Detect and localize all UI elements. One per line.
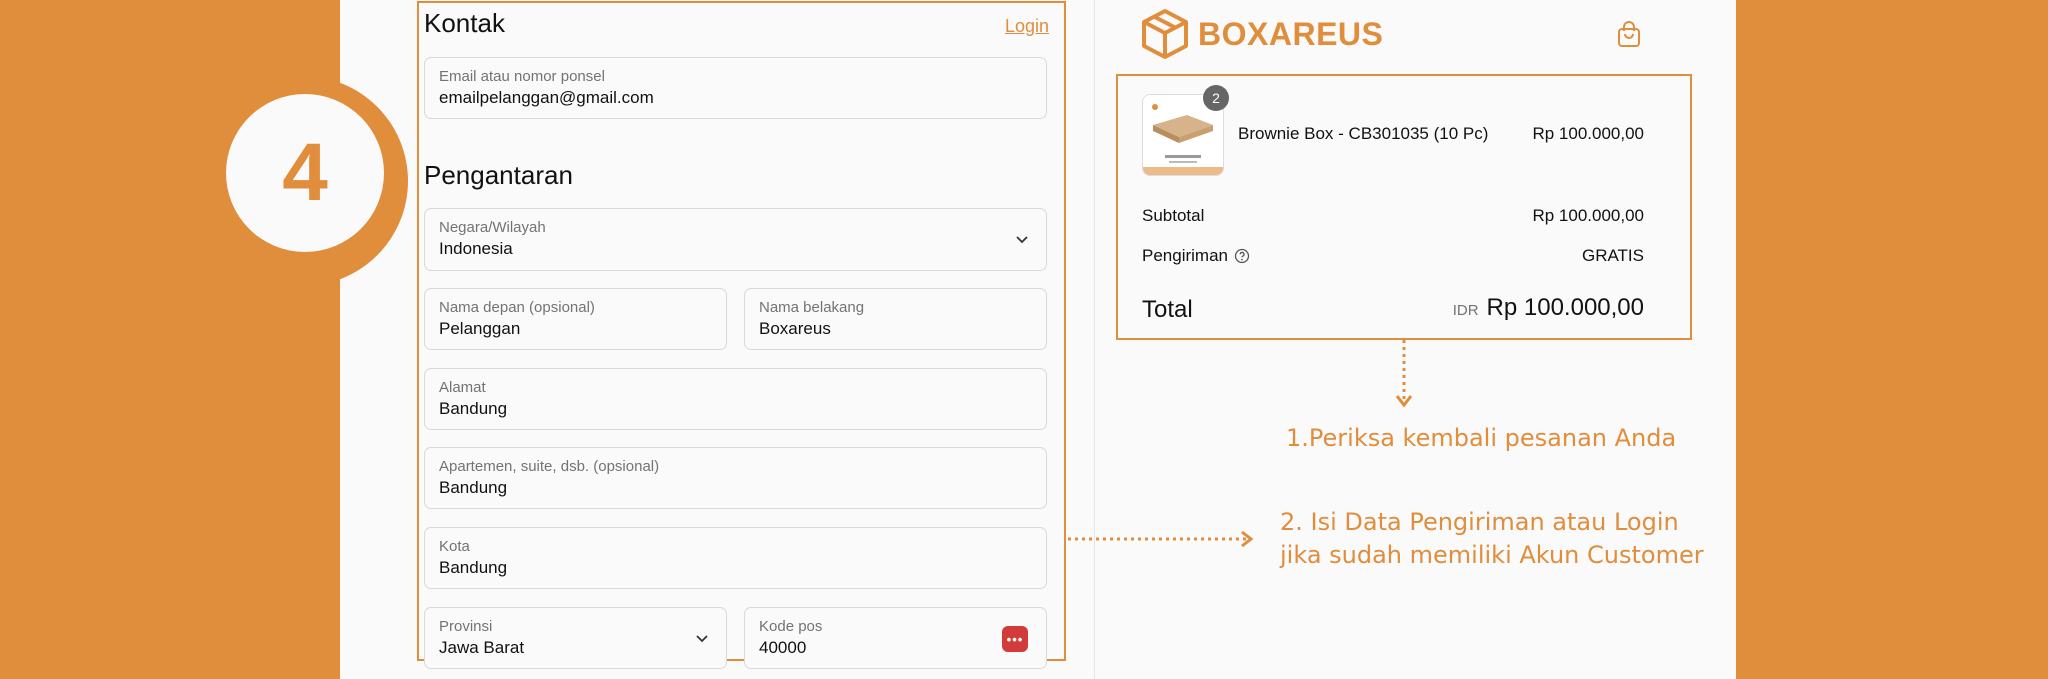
- postal-code-value: 40000: [759, 638, 807, 657]
- country-value: Indonesia: [439, 239, 513, 258]
- last-name-label: Nama belakang: [759, 299, 865, 316]
- shipping-cost-value: GRATIS: [1581, 246, 1644, 265]
- subtotal-value: Rp 100.000,00: [1532, 206, 1644, 225]
- province-label: Provinsi: [439, 618, 493, 635]
- step-number: 4: [226, 94, 384, 252]
- password-manager-icon[interactable]: •••: [1002, 626, 1028, 652]
- chevron-down-icon: [696, 635, 708, 643]
- province-value: Jawa Barat: [439, 638, 525, 657]
- product-price: Rp 100.000,00: [1532, 124, 1644, 143]
- chevron-down-icon: [1016, 236, 1028, 244]
- brand-logo[interactable]: BOXAREUS: [1140, 8, 1383, 60]
- address-value: Bandung: [439, 399, 508, 418]
- last-name-field[interactable]: Nama belakang Boxareus: [744, 288, 1047, 350]
- help-circle-icon[interactable]: [1234, 248, 1250, 264]
- last-name-value: Boxareus: [759, 319, 831, 338]
- first-name-field[interactable]: Nama depan (opsional) Pelanggan: [424, 288, 727, 350]
- annotation-step-2-line-2: jika sudah memiliki Akun Customer: [1280, 541, 1704, 569]
- total-label: Total: [1142, 296, 1193, 323]
- address-label: Alamat: [439, 379, 486, 396]
- total-currency: IDR: [1452, 302, 1479, 319]
- column-divider: [1094, 0, 1095, 679]
- address-field[interactable]: Alamat Bandung: [424, 368, 1047, 430]
- box-logo-icon: [1142, 9, 1188, 59]
- postal-code-label: Kode pos: [759, 618, 823, 635]
- product-name: Brownie Box - CB301035 (10 Pc): [1238, 124, 1489, 143]
- total-amount: IDR Rp 100.000,00: [1453, 294, 1644, 322]
- email-label: Email atau nomor ponsel: [439, 68, 605, 85]
- annotation-step-1: 1.Periksa kembali pesanan Anda: [1286, 424, 1677, 452]
- province-select[interactable]: Provinsi Jawa Barat: [424, 607, 727, 669]
- shipping-cost-label-group: Pengiriman: [1142, 246, 1250, 266]
- country-label: Negara/Wilayah: [439, 219, 546, 236]
- quantity-badge: 2: [1203, 85, 1229, 111]
- shopping-bag-icon[interactable]: [1616, 20, 1642, 48]
- contact-heading: Kontak: [424, 8, 505, 38]
- shipping-heading: Pengantaran: [424, 160, 573, 190]
- city-label: Kota: [439, 538, 470, 555]
- apartment-value: Bandung: [439, 478, 508, 497]
- arrow-right-icon: [1068, 530, 1254, 548]
- postal-code-field[interactable]: Kode pos 40000 •••: [744, 607, 1047, 669]
- shipping-cost-label: Pengiriman: [1142, 246, 1228, 265]
- city-field[interactable]: Kota Bandung: [424, 527, 1047, 589]
- first-name-value: Pelanggan: [439, 319, 521, 338]
- arrow-down-icon: [1395, 340, 1413, 408]
- email-value: emailpelanggan@gmail.com: [439, 88, 654, 107]
- total-value: Rp 100.000,00: [1486, 294, 1644, 321]
- brand-name: BOXAREUS: [1198, 15, 1384, 52]
- apartment-label: Apartemen, suite, dsb. (opsional): [439, 458, 660, 475]
- subtotal-label: Subtotal: [1142, 206, 1205, 225]
- annotation-step-2-line-1: 2. Isi Data Pengiriman atau Login: [1280, 508, 1679, 536]
- city-value: Bandung: [439, 558, 508, 577]
- first-name-label: Nama depan (opsional): [439, 299, 595, 316]
- country-select[interactable]: Negara/Wilayah Indonesia: [424, 208, 1047, 271]
- email-field[interactable]: Email atau nomor ponsel emailpelanggan@g…: [424, 57, 1047, 119]
- apartment-field[interactable]: Apartemen, suite, dsb. (opsional) Bandun…: [424, 447, 1047, 509]
- login-link[interactable]: Login: [1005, 16, 1049, 37]
